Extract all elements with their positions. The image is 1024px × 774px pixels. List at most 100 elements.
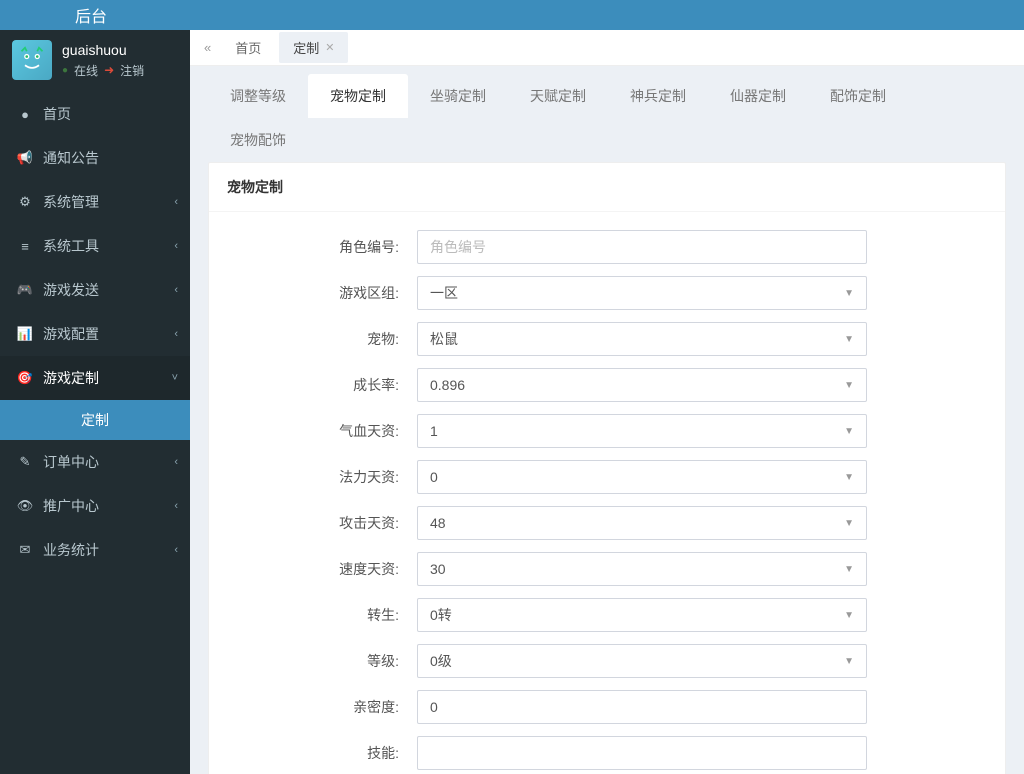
zone-label: 游戏区组: — [227, 283, 417, 303]
sidebar-item-label: 通知公告 — [43, 148, 99, 168]
hp-talent-select[interactable]: 1 ▼ — [417, 414, 867, 448]
sidebar-item-4[interactable]: 🎮 游戏发送 ‹ — [0, 268, 190, 312]
hp-talent-value: 1 — [430, 423, 438, 439]
close-icon[interactable]: ✕ — [325, 41, 334, 54]
nav-icon: 🎯 — [15, 370, 35, 386]
hp-talent-label: 气血天资: — [227, 421, 417, 441]
chevron-left-icon: ‹ — [174, 544, 178, 556]
nav-icon: ● — [15, 107, 35, 122]
pet-value: 松鼠 — [430, 329, 458, 349]
sub-tabs: 调整等级宠物定制坐骑定制天赋定制神兵定制仙器定制配饰定制宠物配饰 — [208, 74, 1006, 162]
sub-tab[interactable]: 宠物定制 — [308, 74, 408, 118]
sidebar-item-7[interactable]: ✎订单中心‹ — [0, 440, 190, 484]
sub-tab[interactable]: 坐骑定制 — [408, 74, 508, 118]
zone-value: 一区 — [430, 283, 458, 303]
logout-link[interactable]: 注销 — [120, 62, 144, 79]
sub-tab[interactable]: 配饰定制 — [808, 74, 908, 118]
level-select[interactable]: 0级 ▼ — [417, 644, 867, 678]
nav-icon: 🎮 — [15, 282, 35, 298]
sub-tab[interactable]: 调整等级 — [208, 74, 308, 118]
nav-icon: ✎ — [15, 454, 35, 470]
content-area: 调整等级宠物定制坐骑定制天赋定制神兵定制仙器定制配饰定制宠物配饰 宠物定制 角色… — [190, 66, 1024, 774]
growth-select[interactable]: 0.896 ▼ — [417, 368, 867, 402]
intimacy-label: 亲密度: — [227, 697, 417, 717]
topbar — [190, 0, 1024, 30]
sidebar: 后台 guaishuou ● 在线 ➜ 注销 ●首页📢通知公告⚙系统管理‹≡系统… — [0, 0, 190, 774]
mp-talent-select[interactable]: 0 ▼ — [417, 460, 867, 494]
sidebar-item-6[interactable]: 🎯 游戏定制 ˅ — [0, 356, 190, 400]
chevron-left-icon: ‹ — [174, 284, 178, 296]
skill-label: 技能: — [227, 743, 417, 763]
sidebar-item-0[interactable]: ●首页 — [0, 92, 190, 136]
sidebar-item-2[interactable]: ⚙系统管理‹ — [0, 180, 190, 224]
role-id-label: 角色编号: — [227, 237, 417, 257]
chevron-down-icon: ▼ — [844, 656, 854, 667]
sidebar-item-9[interactable]: ✉ 业务统计 ‹ — [0, 528, 190, 572]
reborn-select[interactable]: 0转 ▼ — [417, 598, 867, 632]
sub-tab[interactable]: 天赋定制 — [508, 74, 608, 118]
crumb-tab[interactable]: 定制 ✕ — [279, 32, 348, 63]
nav-icon: 📢 — [15, 150, 35, 166]
crumb-tab-label: 首页 — [235, 38, 261, 57]
pet-label: 宠物: — [227, 329, 417, 349]
user-name: guaishuou — [62, 42, 144, 58]
chevron-left-icon: ‹ — [174, 240, 178, 252]
sub-tab[interactable]: 宠物配饰 — [208, 118, 308, 162]
user-status: ● 在线 ➜ 注销 — [62, 62, 144, 79]
sidebar-subitem[interactable]: 定制 — [0, 400, 190, 440]
chevron-left-icon: ‹ — [174, 456, 178, 468]
header-title: 后台 — [75, 3, 107, 27]
growth-label: 成长率: — [227, 375, 417, 395]
sidebar-item-label: 游戏发送 — [43, 280, 99, 300]
spd-talent-label: 速度天资: — [227, 559, 417, 579]
sidebar-item-label: 游戏配置 — [43, 324, 99, 344]
chevron-left-icon: ‹ — [174, 500, 178, 512]
sub-tab[interactable]: 神兵定制 — [608, 74, 708, 118]
sidebar-item-label: 游戏定制 — [43, 368, 99, 388]
reborn-label: 转生: — [227, 605, 417, 625]
tabs-back-button[interactable]: « — [198, 40, 217, 55]
chevron-down-icon: ▼ — [844, 426, 854, 437]
sidebar-item-5[interactable]: 📊 游戏配置 ‹ — [0, 312, 190, 356]
online-dot-icon: ● — [62, 65, 68, 76]
intimacy-input[interactable] — [417, 690, 867, 724]
sidebar-item-label: 业务统计 — [43, 540, 99, 560]
sidebar-item-label: 系统管理 — [43, 192, 99, 212]
atk-talent-select[interactable]: 48 ▼ — [417, 506, 867, 540]
panel-title: 宠物定制 — [209, 163, 1005, 212]
chevron-down-icon: ▼ — [844, 610, 854, 621]
sidebar-item-3[interactable]: ≡系统工具‹ — [0, 224, 190, 268]
atk-talent-label: 攻击天资: — [227, 513, 417, 533]
online-label: 在线 — [74, 62, 98, 79]
panel-body: 角色编号: 游戏区组: 一区 ▼ — [209, 212, 1005, 774]
chevron-left-icon: ‹ — [174, 328, 178, 340]
chevron-down-icon: ▼ — [844, 564, 854, 575]
sidebar-item-1[interactable]: 📢 通知公告 — [0, 136, 190, 180]
sub-tab[interactable]: 仙器定制 — [708, 74, 808, 118]
chevron-down-icon: ˅ — [172, 372, 178, 384]
level-label: 等级: — [227, 651, 417, 671]
nav-icon: 📊 — [15, 326, 35, 342]
sidebar-item-8[interactable]: 👁推广中心‹ — [0, 484, 190, 528]
crumb-tab-label: 定制 — [293, 38, 319, 57]
avatar — [12, 40, 52, 80]
chevron-down-icon: ▼ — [844, 288, 854, 299]
spd-talent-select[interactable]: 30 ▼ — [417, 552, 867, 586]
zone-select[interactable]: 一区 ▼ — [417, 276, 867, 310]
skill-input[interactable] — [417, 736, 867, 770]
role-id-input[interactable] — [417, 230, 867, 264]
spd-talent-value: 30 — [430, 561, 446, 577]
chevron-down-icon: ▼ — [844, 518, 854, 529]
growth-value: 0.896 — [430, 377, 465, 393]
chevron-down-icon: ▼ — [844, 380, 854, 391]
mp-talent-label: 法力天资: — [227, 467, 417, 487]
sidebar-item-label: 系统工具 — [43, 236, 99, 256]
reborn-value: 0转 — [430, 605, 452, 625]
mp-talent-value: 0 — [430, 469, 438, 485]
logout-icon: ➜ — [104, 63, 114, 77]
nav-icon: ✉ — [15, 542, 35, 558]
crumb-tab[interactable]: 首页 — [221, 32, 275, 63]
user-panel: guaishuou ● 在线 ➜ 注销 — [0, 30, 190, 92]
pet-select[interactable]: 松鼠 ▼ — [417, 322, 867, 356]
breadcrumb-tabs: « 首页 定制 ✕ — [190, 30, 1024, 66]
